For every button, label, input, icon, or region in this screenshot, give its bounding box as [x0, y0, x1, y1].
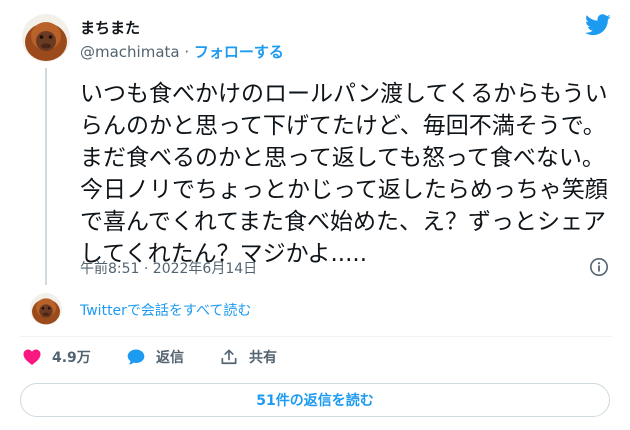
divider: [20, 336, 612, 337]
heart-icon: [23, 349, 41, 365]
timestamp[interactable]: 午前8:51 · 2022年6月14日: [80, 258, 257, 278]
follow-link[interactable]: フォローする: [194, 43, 284, 61]
tweet-card: まちまた @machimata · フォローする いつも食べかけのロールパン渡し…: [0, 0, 630, 430]
tweet-text-line: 今日ノリでちょっとかじって返したらめっちゃ笑顔: [80, 177, 608, 203]
orangutan-avatar-icon: [30, 293, 62, 325]
twitter-bird-icon[interactable]: [585, 14, 611, 36]
thread-line: [45, 68, 47, 285]
orangutan-avatar-icon: [22, 14, 70, 62]
share-upload-icon: [221, 349, 237, 365]
speech-bubble-icon: [127, 349, 145, 365]
like-button[interactable]: 4.9万: [22, 345, 91, 369]
share-label: 共有: [249, 350, 277, 366]
handle[interactable]: @machimata: [80, 43, 180, 61]
action-bar: 4.9万 返信 共有: [20, 345, 420, 369]
handle-row: @machimata · フォローする: [80, 41, 284, 62]
tweet-text: いつも食べかけのロールパン渡してくるからもうい らんのかと思って下げてたけど、毎…: [80, 78, 610, 270]
read-replies-button[interactable]: 51件の返信を読む: [20, 383, 610, 417]
info-icon[interactable]: [589, 257, 609, 277]
reply-label: 返信: [156, 350, 184, 366]
avatar[interactable]: [30, 293, 62, 325]
read-conversation-link[interactable]: Twitterで会話をすべて読む: [80, 300, 251, 320]
tweet-text-line: で喜んでくれてまた食べ始めた、え？ずっとシェア: [80, 209, 607, 235]
separator: ·: [179, 43, 194, 61]
display-name[interactable]: まちまた: [80, 17, 140, 38]
tweet-text-line: いつも食べかけのロールパン渡してくるからもうい: [80, 81, 608, 107]
reply-button[interactable]: 返信: [126, 345, 184, 369]
tweet-text-line: らんのかと思って下げてたけど、毎回不満そうで。: [80, 113, 606, 139]
like-count: 4.9万: [52, 350, 91, 366]
avatar[interactable]: [22, 14, 70, 62]
tweet-text-line: まだ食べるのかと思って返しても怒って食べない。: [80, 145, 605, 171]
share-button[interactable]: 共有: [219, 345, 277, 369]
